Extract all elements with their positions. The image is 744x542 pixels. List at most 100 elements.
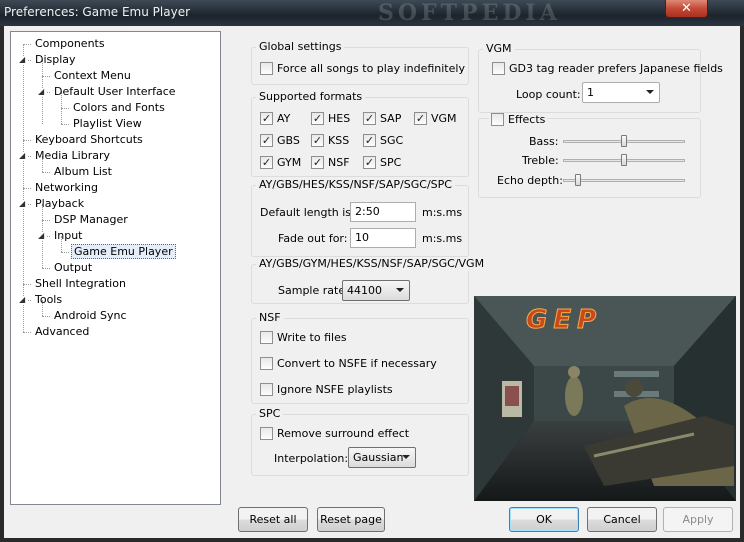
spc-group: SPC Remove surround effect Interpolation… — [251, 407, 469, 476]
gd3-japanese-checkbox[interactable]: GD3 tag reader prefers Japanese fields — [492, 62, 723, 75]
tree-item[interactable]: Keyboard Shortcuts — [33, 132, 145, 147]
chevron-down-icon — [646, 90, 654, 94]
chevron-down-icon — [402, 455, 410, 459]
convert-nsfe-checkbox[interactable]: Convert to NSFE if necessary — [260, 357, 437, 370]
checkbox-label: SAP — [380, 112, 402, 125]
expand-triangle-icon[interactable]: ◢ — [38, 88, 46, 96]
loop-count-select[interactable]: 1 — [582, 82, 660, 103]
tree-item[interactable]: Colors and Fonts — [71, 100, 167, 115]
expand-triangle-icon[interactable]: ◢ — [19, 152, 27, 160]
tree-guide-line — [23, 284, 31, 285]
expand-triangle-icon[interactable]: ◢ — [38, 232, 46, 240]
checkbox-label: HES — [328, 112, 351, 125]
format-checkbox[interactable]: ✓ SGC — [363, 134, 403, 147]
bass-slider[interactable] — [563, 135, 685, 149]
checkbox-label: KSS — [328, 134, 350, 147]
checkbox-box — [260, 62, 273, 75]
checkbox-label: AY — [277, 112, 291, 125]
checkbox-label: Effects — [508, 113, 546, 126]
effects-checkbox[interactable]: Effects — [489, 113, 548, 126]
preferences-tree[interactable]: Components ◢ Display Context Menu ◢ Default U… — [10, 31, 221, 505]
remove-surround-checkbox[interactable]: Remove surround effect — [260, 427, 409, 440]
supported-formats-group: Supported formats ✓ AY ✓ HES ✓ SAP ✓ VGM ✓ GBS ✓ KS… — [251, 90, 469, 177]
ok-button[interactable]: OK — [509, 507, 579, 532]
group-title: Global settings — [256, 40, 345, 54]
tree-item[interactable]: Album List — [52, 164, 114, 179]
format-checkbox[interactable]: ✓ GYM — [260, 156, 301, 169]
format-checkbox[interactable]: ✓ VGM — [414, 112, 457, 125]
sample-rate-label: Sample rate: — [278, 284, 349, 297]
sample-rate-select[interactable]: 44100 — [342, 280, 410, 301]
checkbox-label: GBS — [277, 134, 300, 147]
treble-label: Treble: — [522, 154, 559, 167]
tree-item[interactable]: Input — [52, 228, 84, 243]
chevron-down-icon — [396, 288, 404, 292]
checkbox-box: ✓ — [363, 112, 376, 125]
ignore-nsfe-playlists-checkbox[interactable]: Ignore NSFE playlists — [260, 383, 393, 396]
tree-item[interactable]: Advanced — [33, 324, 91, 339]
tree-item[interactable]: Output — [52, 260, 94, 275]
format-checkbox[interactable]: ✓ AY — [260, 112, 290, 125]
group-title: AY/GBS/HES/KSS/NSF/SAP/SGC/SPC — [256, 178, 455, 192]
cancel-button[interactable]: Cancel — [587, 507, 657, 532]
checkbox-box — [260, 357, 273, 370]
tree-item[interactable]: Components — [33, 36, 107, 51]
force-indefinite-checkbox[interactable]: Force all songs to play indefinitely — [260, 62, 465, 75]
reset-page-button[interactable]: Reset page — [317, 507, 385, 532]
window-title: Preferences: Game Emu Player — [4, 5, 191, 19]
format-checkbox[interactable]: ✓ SAP — [363, 112, 401, 125]
tree-item[interactable]: Game Emu Player — [71, 244, 176, 259]
tree-item[interactable]: Tools — [33, 292, 64, 307]
expand-triangle-icon[interactable]: ◢ — [19, 200, 27, 208]
tree-item[interactable]: Media Library — [33, 148, 112, 163]
tree-item[interactable]: Shell Integration — [33, 276, 128, 291]
tree-item[interactable]: Networking — [33, 180, 100, 195]
interpolation-label: Interpolation: — [274, 452, 349, 465]
select-value: 1 — [587, 86, 594, 99]
tree-item[interactable]: Default User Interface — [52, 84, 178, 99]
echo-depth-slider[interactable] — [563, 174, 685, 188]
loop-count-label: Loop count: — [516, 88, 581, 101]
default-length-input[interactable]: 2:50 — [350, 202, 416, 222]
dialog-body: Components ◢ Display Context Menu ◢ Default U… — [4, 26, 740, 538]
expand-triangle-icon[interactable]: ◢ — [19, 296, 27, 304]
checkbox-box: ✓ — [311, 134, 324, 147]
slider-thumb[interactable] — [621, 135, 627, 147]
tree-item[interactable]: Playlist View — [71, 116, 144, 131]
title-bar: Preferences: Game Emu Player SOFTPEDIA ✕ — [0, 0, 744, 26]
checkbox-box: ✓ — [363, 134, 376, 147]
write-to-files-checkbox[interactable]: Write to files — [260, 331, 347, 344]
format-checkbox[interactable]: ✓ NSF — [311, 156, 350, 169]
fade-out-input[interactable]: 10 — [350, 228, 416, 248]
format-checkbox[interactable]: ✓ HES — [311, 112, 350, 125]
treble-slider[interactable] — [563, 154, 685, 168]
sample-rate-group: AY/GBS/GYM/HES/KSS/NSF/SAP/SGC/VGM Sampl… — [251, 257, 488, 304]
slider-thumb[interactable] — [575, 174, 581, 186]
tree-item[interactable]: Context Menu — [52, 68, 133, 83]
apply-button[interactable]: Apply — [663, 507, 733, 532]
select-value: 44100 — [347, 284, 382, 297]
group-title: VGM — [483, 42, 515, 56]
format-checkbox[interactable]: ✓ SPC — [363, 156, 401, 169]
tree-item[interactable]: Playback — [33, 196, 86, 211]
interpolation-select[interactable]: Gaussian — [348, 447, 416, 468]
checkbox-label: Ignore NSFE playlists — [277, 383, 393, 396]
length-group: AY/GBS/HES/KSS/NSF/SAP/SGC/SPC Default l… — [251, 178, 469, 257]
tree-guide-line — [23, 140, 31, 141]
tree-guide-line — [42, 268, 50, 269]
reset-all-button[interactable]: Reset all — [238, 507, 308, 532]
global-settings-group: Global settings Force all songs to play … — [251, 40, 469, 85]
close-button[interactable]: ✕ — [665, 0, 708, 18]
checkbox-label: Force all songs to play indefinitely — [277, 62, 465, 75]
checkbox-label: GYM — [277, 156, 302, 169]
slider-thumb[interactable] — [621, 154, 627, 166]
format-checkbox[interactable]: ✓ KSS — [311, 134, 349, 147]
expand-triangle-icon[interactable]: ◢ — [19, 56, 27, 64]
format-checkbox[interactable]: ✓ GBS — [260, 134, 300, 147]
tree-item[interactable]: Android Sync — [52, 308, 129, 323]
checkbox-label: NSF — [328, 156, 350, 169]
tree-item[interactable]: DSP Manager — [52, 212, 130, 227]
tree-item[interactable]: Display — [33, 52, 78, 67]
default-length-label: Default length is: — [260, 206, 355, 219]
checkbox-label: Write to files — [277, 331, 347, 344]
